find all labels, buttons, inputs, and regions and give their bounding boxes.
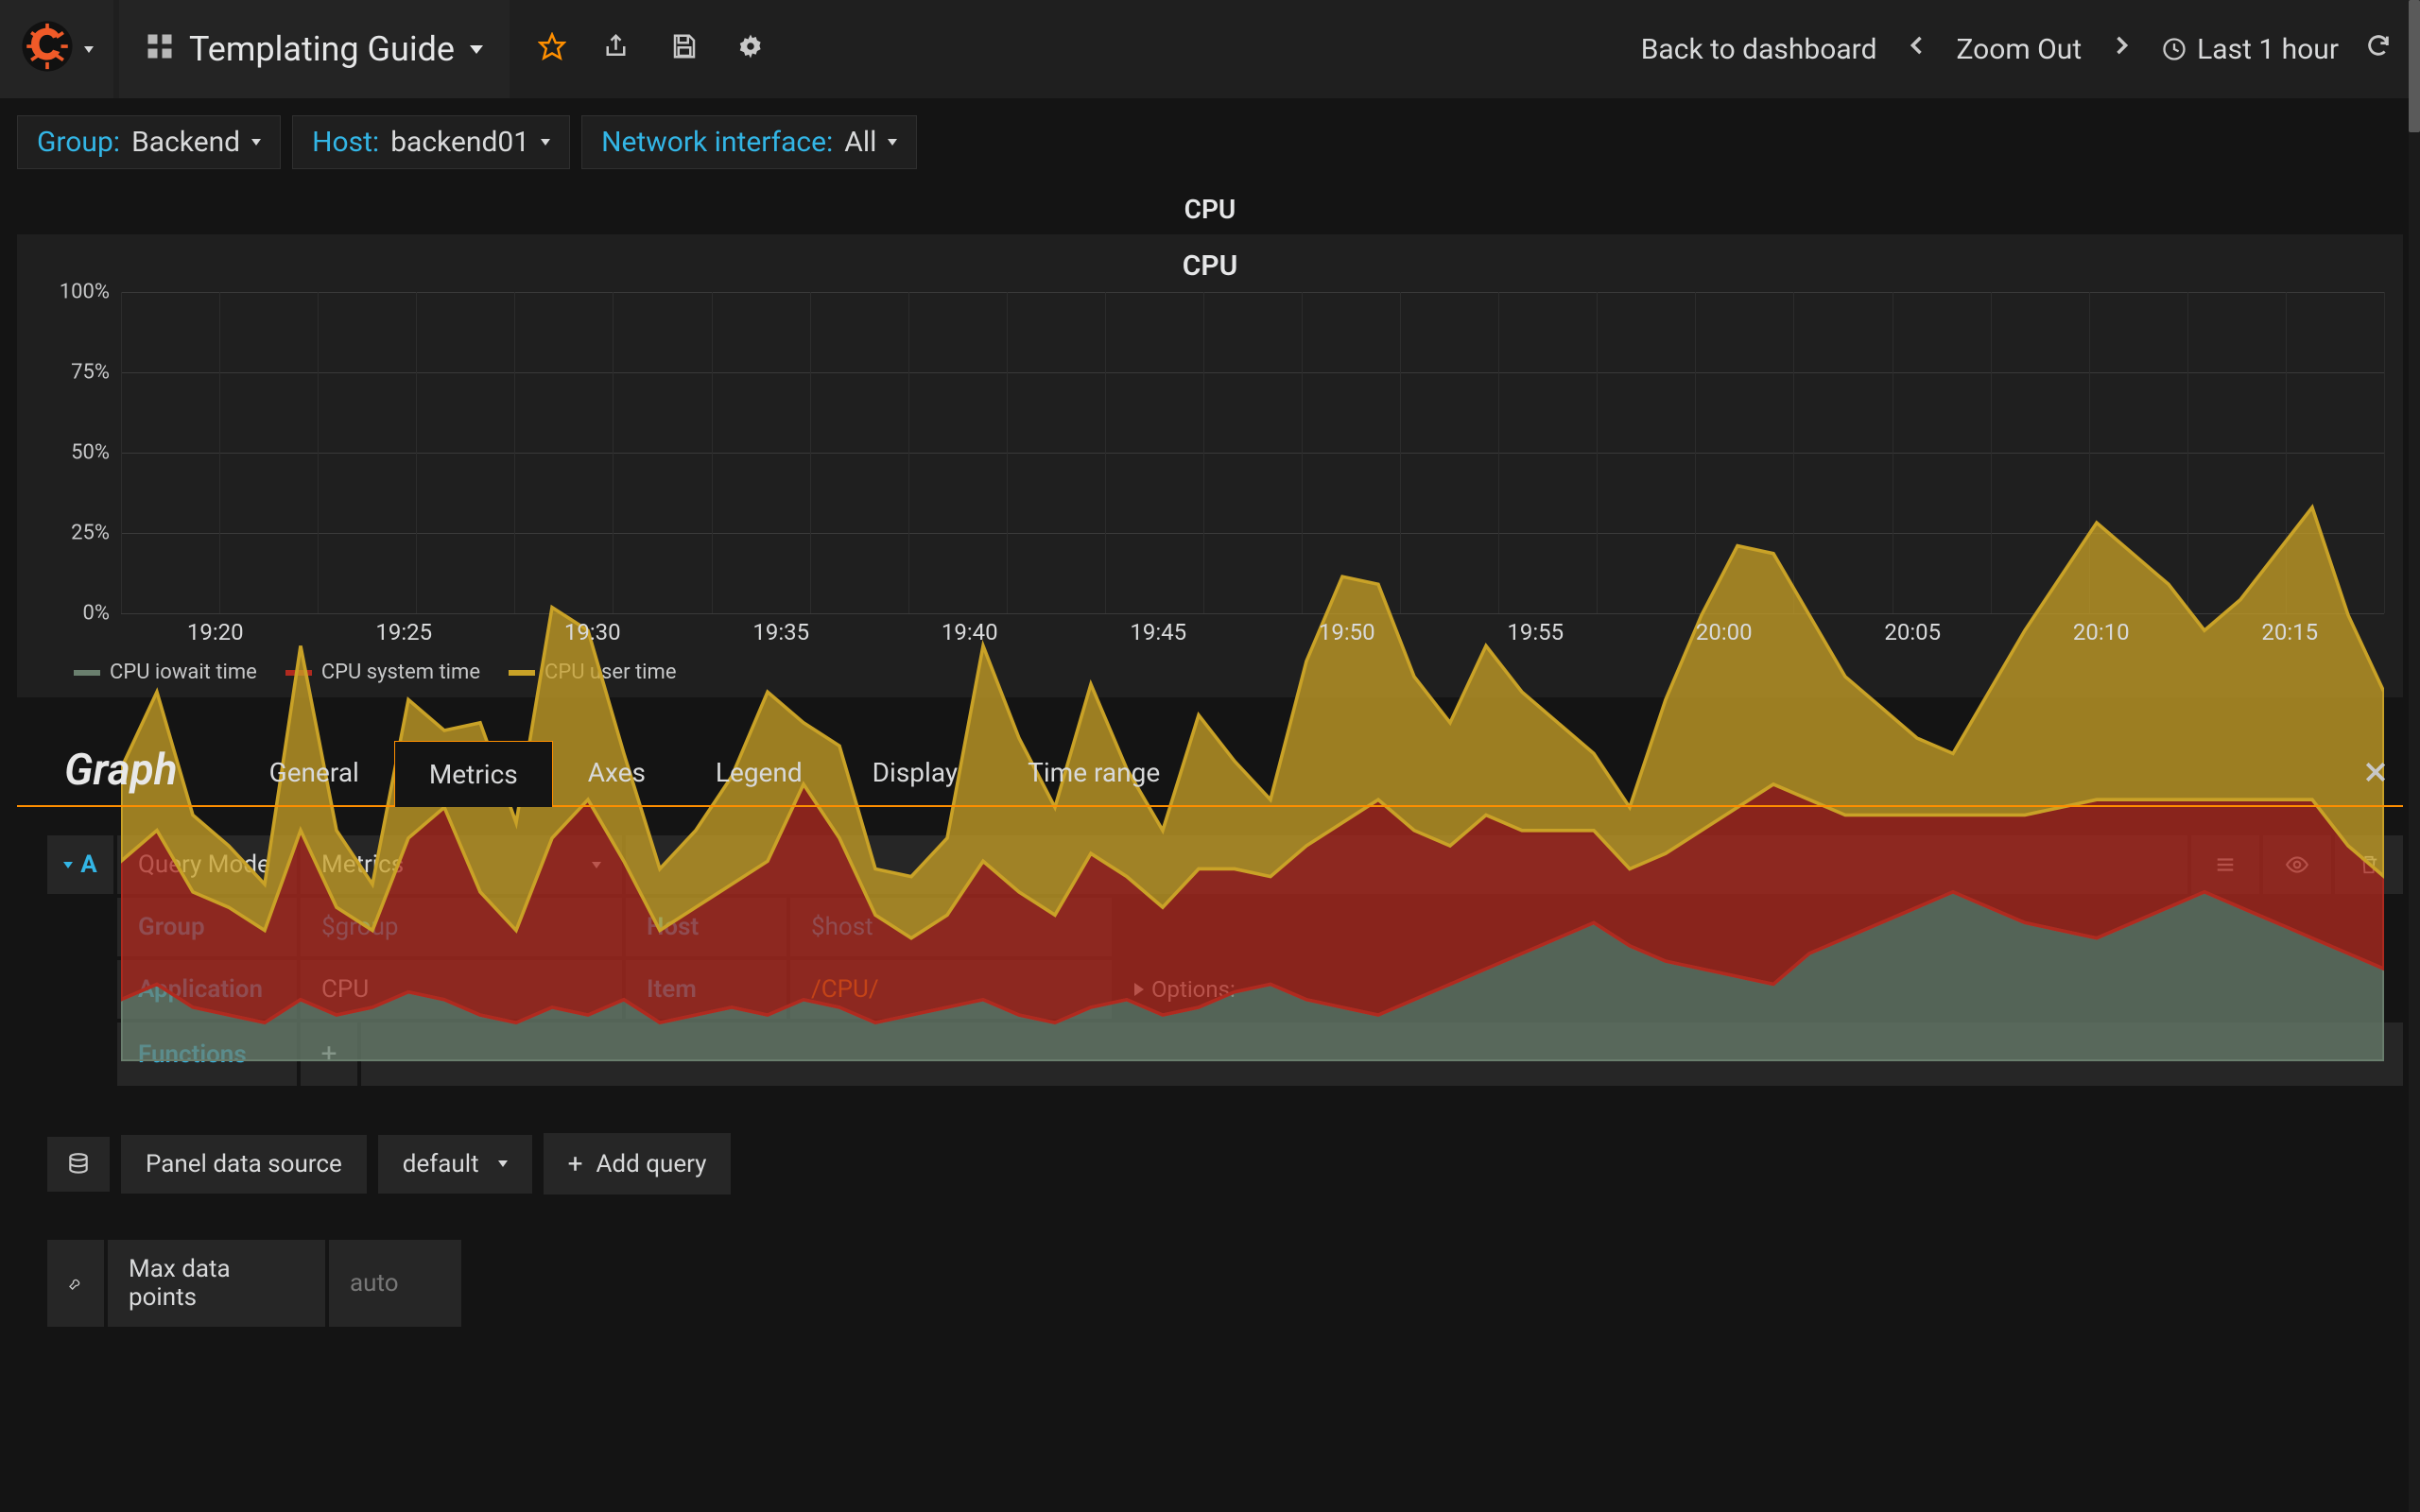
- x-tick: 20:10: [2073, 619, 2130, 645]
- chevron-down-icon: [84, 46, 94, 53]
- x-tick: 19:35: [752, 619, 809, 645]
- share-icon[interactable]: [604, 32, 632, 66]
- tab-legend[interactable]: Legend: [681, 739, 838, 805]
- y-tick: 100%: [60, 281, 110, 304]
- x-tick: 19:55: [1507, 619, 1564, 645]
- var-host[interactable]: Host: backend01: [292, 115, 570, 169]
- x-tick: 20:15: [2261, 619, 2318, 645]
- query-toggle[interactable]: A: [47, 835, 113, 894]
- nav-right: Back to dashboard Zoom Out Last 1 hour: [1641, 32, 2420, 66]
- chevron-down-icon: [541, 139, 550, 146]
- tab-general[interactable]: General: [234, 739, 394, 805]
- tab-axes[interactable]: Axes: [553, 739, 681, 805]
- settings-icon[interactable]: [736, 32, 765, 66]
- chart-area[interactable]: 0%25%50%75%100%: [121, 292, 2384, 613]
- panel-footer: Panel data source default + Add query: [47, 1133, 2403, 1194]
- wrench-icon[interactable]: [47, 1240, 104, 1327]
- chevron-down-icon: [63, 862, 73, 868]
- tab-metrics[interactable]: Metrics: [394, 741, 553, 807]
- star-icon[interactable]: [538, 32, 566, 66]
- x-tick: 20:05: [1884, 619, 1941, 645]
- row-title: CPU: [0, 194, 2420, 225]
- top-nav: Templating Guide Back to dashboard Zoom …: [0, 0, 2420, 98]
- x-tick: 20:00: [1696, 619, 1753, 645]
- close-icon[interactable]: [2361, 758, 2390, 792]
- tab-display[interactable]: Display: [838, 739, 993, 805]
- panel-title: CPU: [17, 249, 2403, 283]
- vertical-scrollbar[interactable]: [2409, 0, 2420, 1512]
- x-tick: 19:50: [1319, 619, 1375, 645]
- x-tick: 19:40: [942, 619, 998, 645]
- dashboard-icon: [146, 29, 174, 69]
- y-tick: 50%: [71, 441, 110, 465]
- datasource-select[interactable]: default: [378, 1135, 532, 1194]
- chevron-left-icon[interactable]: [1904, 32, 1930, 66]
- chevron-right-icon[interactable]: [2108, 32, 2135, 66]
- tab-time-range[interactable]: Time range: [993, 739, 1195, 805]
- max-dp-input[interactable]: auto: [329, 1240, 461, 1327]
- x-tick: 19:30: [564, 619, 621, 645]
- datasource-label: Panel data source: [121, 1135, 367, 1194]
- x-tick: 19:20: [187, 619, 244, 645]
- save-icon[interactable]: [670, 32, 699, 66]
- back-link[interactable]: Back to dashboard: [1641, 33, 1877, 66]
- add-query-button[interactable]: + Add query: [544, 1133, 732, 1194]
- max-data-points-row: Max data points auto: [47, 1240, 2403, 1327]
- cpu-panel: CPU 0%25%50%75%100% 19:2019:2519:3019:35…: [17, 234, 2403, 697]
- zoom-out-button[interactable]: Zoom Out: [1957, 33, 2083, 66]
- x-tick: 19:45: [1130, 619, 1186, 645]
- nav-icons: [538, 32, 765, 66]
- y-tick: 75%: [71, 361, 110, 385]
- dashboard-title: Templating Guide: [189, 29, 455, 69]
- grafana-menu[interactable]: [0, 0, 113, 98]
- var-network-interface[interactable]: Network interface: All: [581, 115, 917, 169]
- datasource-icon[interactable]: [47, 1137, 110, 1192]
- chevron-down-icon: [251, 139, 261, 146]
- template-variables: Group: Backend Host: backend01 Network i…: [0, 98, 2420, 169]
- panel-editor-header: Graph GeneralMetricsAxesLegendDisplayTim…: [17, 739, 2403, 807]
- chevron-down-icon: [498, 1160, 508, 1167]
- max-dp-label: Max data points: [108, 1240, 325, 1327]
- x-tick: 19:25: [375, 619, 432, 645]
- scroll-thumb[interactable]: [2409, 0, 2420, 132]
- grafana-logo-icon: [20, 19, 75, 79]
- chevron-down-icon: [888, 139, 897, 146]
- editor-type: Graph: [64, 745, 178, 796]
- editor-tabs: GeneralMetricsAxesLegendDisplayTime rang…: [234, 739, 1196, 805]
- refresh-icon[interactable]: [2365, 32, 2392, 66]
- dashboard-picker[interactable]: Templating Guide: [119, 0, 510, 98]
- chevron-down-icon: [470, 45, 483, 54]
- time-range-picker[interactable]: Last 1 hour: [2161, 33, 2339, 66]
- y-tick: 0%: [83, 602, 110, 626]
- y-tick: 25%: [71, 522, 110, 545]
- var-group[interactable]: Group: Backend: [17, 115, 281, 169]
